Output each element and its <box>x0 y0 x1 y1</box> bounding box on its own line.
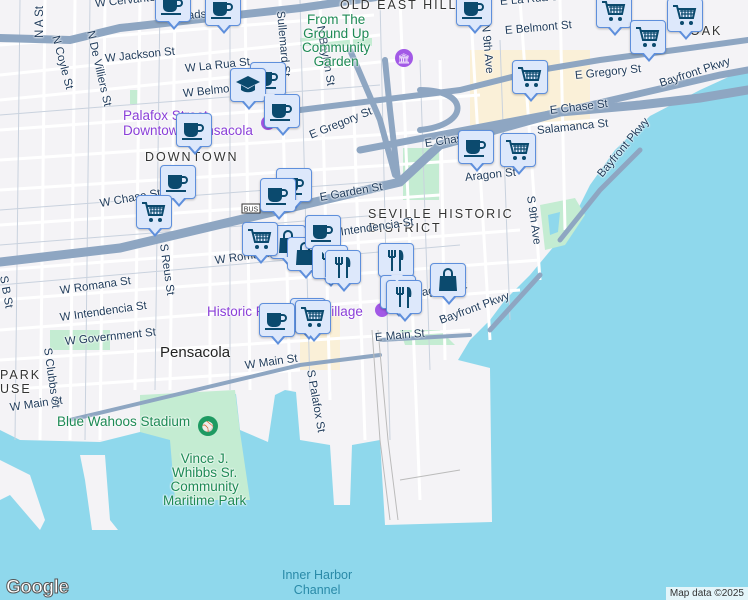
cart-marker[interactable] <box>295 300 331 342</box>
place-label[interactable]: Vince J. Whibbs Sr. Community Maritime Park <box>163 452 246 508</box>
coffee-cup-icon <box>266 188 288 205</box>
cart-marker[interactable] <box>596 0 632 36</box>
bag-marker[interactable] <box>430 263 466 305</box>
coffee-cup-icon <box>166 175 188 192</box>
area-label: OLD EAST HILL <box>340 0 458 12</box>
map-attribution[interactable]: Map data ©2025 <box>665 587 748 600</box>
cafe-marker[interactable] <box>155 0 191 30</box>
google-logo: Google <box>5 577 69 599</box>
fork-knife-icon <box>396 287 412 308</box>
coffee-cup-icon <box>270 104 292 121</box>
shopping-bag-icon <box>439 268 457 291</box>
education-marker[interactable] <box>230 68 266 110</box>
place-label: Inner Harbor Channel <box>282 568 353 597</box>
shopping-cart-icon <box>673 5 697 25</box>
cart-marker[interactable] <box>512 60 548 102</box>
bus-route-icon: BUS <box>241 203 261 214</box>
coffee-cup-icon <box>265 313 287 330</box>
area-label: Pensacola <box>160 344 231 361</box>
fork-knife-icon <box>388 250 404 271</box>
map-canvas[interactable]: ⚾ 🏛 BUS <box>0 0 748 600</box>
shopping-cart-icon <box>248 229 272 249</box>
cafe-marker[interactable] <box>176 113 212 155</box>
svg-text:⚾: ⚾ <box>201 420 214 433</box>
cafe-marker[interactable] <box>259 303 295 345</box>
restaurant-marker[interactable] <box>378 243 414 285</box>
stadium-icon[interactable]: ⚾ <box>198 416 218 436</box>
cart-marker[interactable] <box>667 0 703 40</box>
coffee-cup-icon <box>462 2 484 19</box>
coffee-cup-icon <box>182 123 204 140</box>
shopping-cart-icon <box>301 307 325 327</box>
cafe-marker[interactable] <box>160 165 196 207</box>
fork-knife-icon <box>335 257 351 278</box>
shopping-cart-icon <box>518 67 542 87</box>
svg-text:BUS: BUS <box>244 207 259 214</box>
cafe-marker[interactable] <box>456 0 492 34</box>
coffee-cup-icon <box>161 0 183 15</box>
place-label[interactable]: From The Ground Up Community Garden <box>302 13 370 69</box>
shopping-cart-icon <box>602 0 626 21</box>
coffee-cup-icon <box>311 225 333 242</box>
graduation-cap-icon <box>236 76 260 93</box>
coffee-cup-icon <box>211 2 233 19</box>
area-label: PARK USE <box>0 368 42 396</box>
cafe-marker[interactable] <box>458 130 494 172</box>
cafe-marker[interactable] <box>305 215 341 257</box>
museum-icon[interactable]: 🏛 <box>395 49 413 67</box>
place-label[interactable]: Blue Wahoos Stadium <box>57 415 190 429</box>
cart-marker[interactable] <box>242 222 278 264</box>
cart-marker[interactable] <box>500 133 536 175</box>
shopping-cart-icon <box>142 202 166 222</box>
street-label: N A St <box>34 6 46 38</box>
svg-text:🏛: 🏛 <box>398 53 411 65</box>
coffee-cup-icon <box>464 140 486 157</box>
cart-marker[interactable] <box>136 195 172 237</box>
shopping-cart-icon <box>636 27 660 47</box>
cafe-marker[interactable] <box>205 0 241 34</box>
shopping-cart-icon <box>506 140 530 160</box>
cart-marker[interactable] <box>630 20 666 62</box>
